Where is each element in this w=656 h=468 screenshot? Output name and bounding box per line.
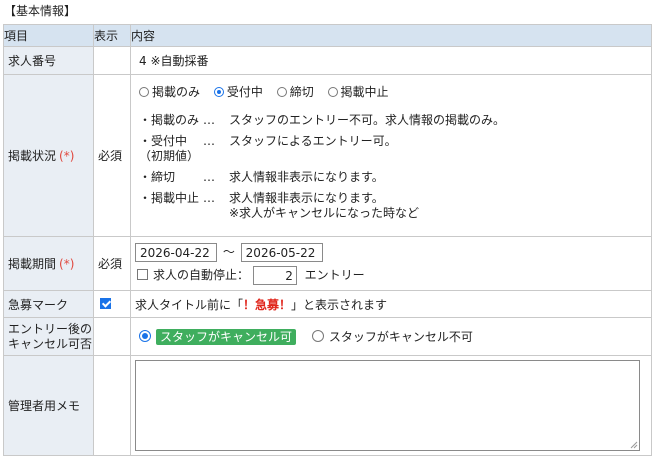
radio-cancel-allowed[interactable] — [139, 330, 151, 342]
resize-handle-icon[interactable] — [630, 441, 638, 449]
period-tilde: ～ — [222, 244, 235, 259]
required-mark: (*) — [59, 149, 75, 163]
table-header-row: 項目 表示 内容 — [3, 24, 652, 47]
row-status: 掲載状況 (*) 必須 掲載のみ 受付中 締切 掲載中止 ・掲載のみ … スタッフ… — [3, 74, 652, 237]
status-option-closed[interactable]: 締切 — [276, 85, 314, 99]
urgent-checkbox[interactable] — [100, 298, 111, 309]
status-radio-group: 掲載のみ 受付中 締切 掲載中止 — [139, 84, 647, 100]
urgent-content: 求人タイトル前に「！急募！」と表示されます — [130, 290, 652, 318]
cancel-option-allowed[interactable]: スタッフがキャンセル可 — [139, 329, 300, 345]
period-required: 必須 — [93, 236, 131, 291]
start-date-input[interactable]: 2026-04-22 — [135, 242, 217, 262]
status-content: 掲載のみ 受付中 締切 掲載中止 ・掲載のみ … スタッフのエントリー不可。求人… — [130, 74, 652, 237]
radio-accepting[interactable] — [213, 87, 224, 97]
job-number-label: 求人番号 — [3, 46, 94, 75]
desc-accepting: ・受付中 （初期値） … スタッフによるエントリー可。 — [139, 134, 397, 163]
row-memo: 管理者用メモ — [3, 355, 652, 456]
row-cancel: エントリー後の キャンセル可否 スタッフがキャンセル可 スタッフがキャンセル不可 — [3, 317, 652, 356]
basic-info-table: 項目 表示 内容 求人番号 4 ※自動採番 掲載状況 (*) 必須 掲載のみ 受付… — [3, 24, 652, 456]
header-item: 項目 — [3, 24, 94, 47]
period-label: 掲載期間 (*) — [3, 236, 94, 291]
end-date-input[interactable]: 2026-05-22 — [240, 242, 323, 262]
urgent-label: 急募マーク — [3, 290, 94, 318]
auto-stop-label: 求人の自動停止： — [153, 267, 250, 282]
urgent-mark-text: ！急募！ — [243, 297, 292, 312]
status-label: 掲載状況 (*) — [3, 74, 94, 237]
desc-closed: ・締切 … 求人情報非表示になります。 — [139, 170, 384, 184]
period-content: 2026-04-22 ～ 2026-05-22 求人の自動停止： 2 エントリー — [130, 236, 652, 291]
status-option-suspended[interactable]: 掲載中止 — [327, 85, 389, 99]
desc-listing: ・掲載のみ … スタッフのエントリー不可。求人情報の掲載のみ。 — [139, 113, 506, 127]
header-display: 表示 — [93, 24, 131, 47]
radio-cancel-not-allowed[interactable] — [311, 330, 324, 342]
cancel-allowed-tag: スタッフがキャンセル可 — [156, 329, 297, 345]
memo-label: 管理者用メモ — [3, 355, 94, 456]
memo-textarea[interactable] — [135, 360, 640, 451]
job-number-value: 4 ※自動採番 — [130, 46, 652, 75]
status-required: 必須 — [93, 74, 131, 237]
cancel-content: スタッフがキャンセル可 スタッフがキャンセル不可 — [130, 317, 652, 356]
section-title: 【基本情報】 — [4, 4, 77, 18]
row-period: 掲載期間 (*) 必須 2026-04-22 ～ 2026-05-22 求人の自動… — [3, 236, 652, 291]
row-job-number: 求人番号 4 ※自動採番 — [3, 46, 652, 75]
auto-stop-count-input[interactable]: 2 — [252, 265, 297, 285]
status-option-accepting[interactable]: 受付中 — [213, 85, 263, 99]
cancel-label: エントリー後の キャンセル可否 — [3, 317, 94, 356]
cancel-option-not-allowed[interactable]: スタッフがキャンセル不可 — [311, 330, 473, 344]
desc-suspended: ・掲載中止 … 求人情報非表示になります。 ※求人がキャンセルになった時など — [139, 191, 420, 220]
radio-listing[interactable] — [139, 87, 149, 97]
auto-stop-checkbox[interactable] — [137, 268, 148, 280]
status-option-listing[interactable]: 掲載のみ — [139, 85, 200, 99]
auto-stop-unit: エントリー — [304, 267, 365, 282]
status-descriptions: ・掲載のみ … スタッフのエントリー不可。求人情報の掲載のみ。 ・受付中 （初期… — [139, 113, 647, 221]
radio-closed[interactable] — [276, 87, 287, 97]
header-content: 内容 — [130, 24, 652, 47]
required-mark: (*) — [59, 257, 75, 271]
row-urgent: 急募マーク 求人タイトル前に「！急募！」と表示されます — [3, 290, 652, 318]
radio-suspended[interactable] — [327, 87, 338, 97]
